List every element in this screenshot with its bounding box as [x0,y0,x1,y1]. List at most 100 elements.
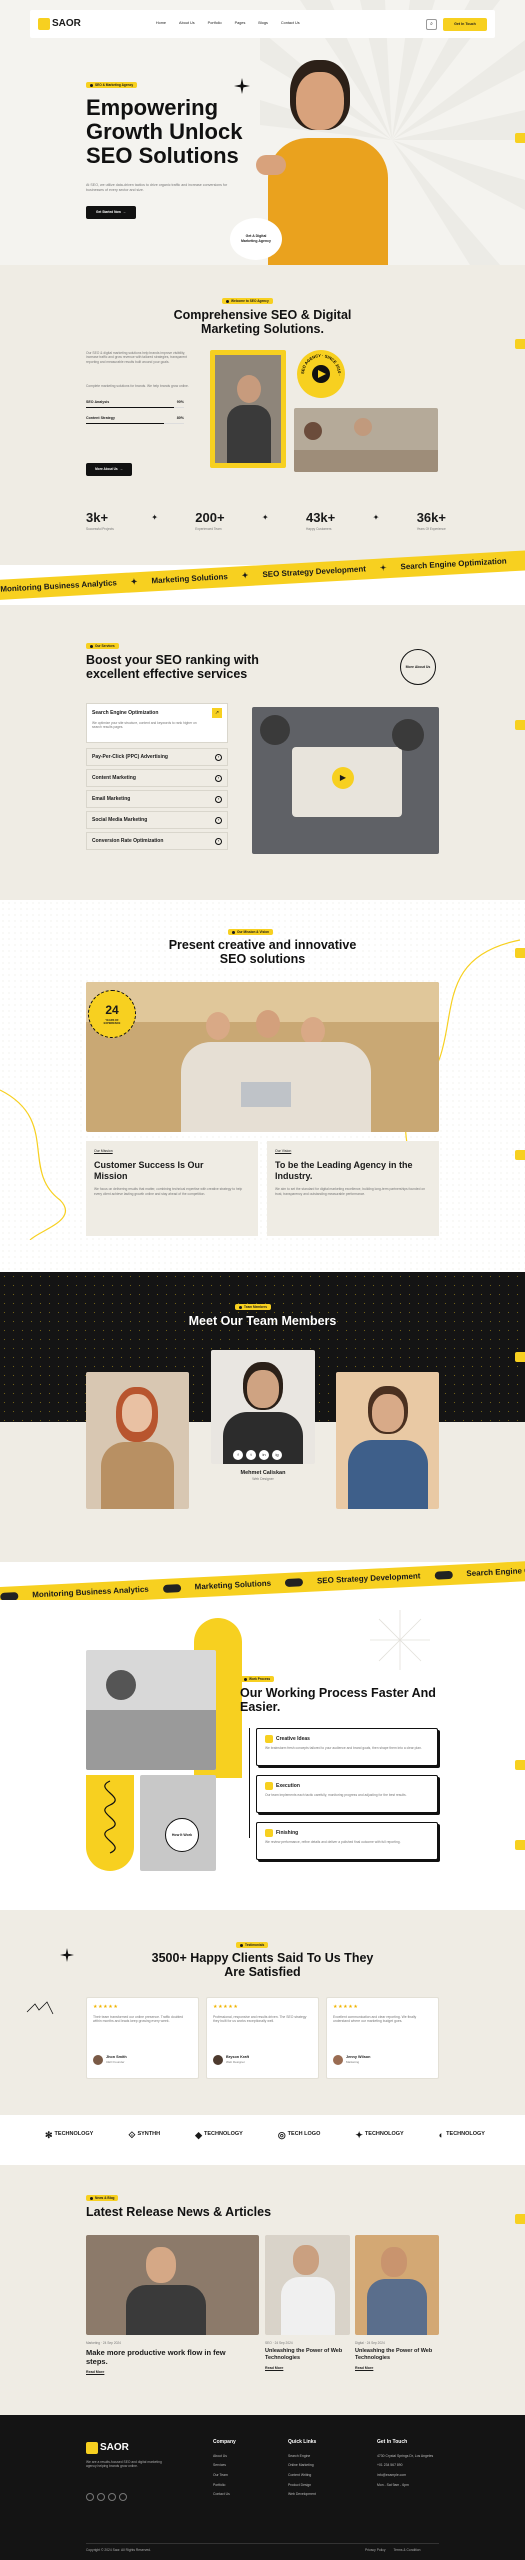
team-member-photo[interactable] [336,1372,439,1509]
nav-home[interactable]: Home [156,21,166,26]
services-tag-label: Our Services [95,644,115,648]
stat-label: Successful Projects [86,526,114,531]
nav-portfolio[interactable]: Portfolio [208,21,222,26]
marquee-item: SEO Strategy Development [316,1570,421,1586]
mission-tag-label: Our Mission & Vision [237,930,269,934]
side-float-button[interactable] [515,1840,525,1850]
tag-dot-icon [240,1943,243,1947]
service-item[interactable]: Conversion Rate Optimization › [86,832,228,850]
vision-card-kicker: Our Vision [275,1149,292,1153]
brand-logo-text: TECHNOLOGY [446,2131,485,2138]
logo-mark-icon [38,18,50,30]
team-member-photo[interactable] [86,1372,189,1509]
footer-link[interactable]: About Us [213,2454,273,2459]
footer-link[interactable]: Online Marketing [288,2463,348,2468]
facebook-icon[interactable]: f [233,1450,243,1460]
service-item[interactable]: Social Media Marketing › [86,811,228,829]
footer-link[interactable]: Portfolio [213,2483,273,2488]
footer-link[interactable]: Our Team [213,2473,273,2478]
about-section: Welcome to SEO Agency Comprehensive SEO … [0,265,525,565]
service-item-label: Email Marketing [92,795,131,802]
footer-phone[interactable]: +01 234 567 890 [377,2463,442,2468]
post-title[interactable]: Unleashing the Power of Web Technologies [265,2348,350,2361]
nav-about[interactable]: About Us [179,21,195,26]
service-item[interactable]: Pay-Per-Click (PPC) Advertising › [86,748,228,766]
about-description-2: Complete marketing solutions for brands.… [86,384,189,388]
search-icon[interactable]: ⌕ [426,18,437,30]
process-step: Creative Ideas We brainstorm fresh conce… [256,1728,438,1766]
side-float-button[interactable] [515,1150,525,1160]
side-float-button[interactable] [515,1352,525,1362]
read-more-link[interactable]: Read More [355,2366,439,2371]
stat-value: 36k+ [416,510,446,525]
privacy-link[interactable]: Privacy Policy [365,2548,386,2552]
brand-logo: ✦ TECHNOLOGY [355,2129,403,2141]
logo[interactable]: SAOR [38,17,81,31]
read-more-link[interactable]: Read More [86,2370,259,2375]
member-name: Mehmet Caliskan [240,1470,286,1476]
side-float-button[interactable] [515,948,525,958]
blog-image[interactable] [355,2235,439,2335]
terms-link[interactable]: Terms & Condition [394,2548,421,2552]
footer-email[interactable]: info@example.com [377,2473,442,2478]
progress-label: Content Strategy [86,416,115,420]
more-about-button[interactable]: More About Us → [86,463,132,476]
twitter-icon[interactable] [97,2493,105,2501]
process-tag-label: Work Process [249,1677,271,1681]
play-button[interactable]: ▶ [332,767,354,789]
tag-dot-icon [90,83,93,87]
hero-title-line-3: SEO Solutions [86,142,239,168]
facebook-icon[interactable] [86,2493,94,2501]
post-title[interactable]: Make more productive work flow in few st… [86,2348,246,2366]
nav-blogs[interactable]: Blogs [258,21,268,26]
get-started-button[interactable]: Get Started Now → [86,206,136,219]
brand-logo-text: TECHNOLOGY [204,2131,243,2138]
nav-contact[interactable]: Contact Us [281,21,300,26]
testimonial-card: ★★★★★ Their team transformed our online … [86,1997,199,2079]
service-item[interactable]: Content Marketing › [86,769,228,787]
footer-link[interactable]: Services [213,2463,273,2468]
services-tag: Our Services [86,643,119,650]
get-in-touch-button[interactable]: Get In Touch [443,17,487,31]
more-about-circle-button[interactable]: More About Us [400,649,436,685]
blog-image[interactable] [86,2235,259,2335]
burst-decoration [370,1610,430,1670]
blog-image[interactable] [265,2235,350,2335]
tag-dot-icon [226,299,229,303]
footer-link[interactable]: Content Writing [288,2473,348,2478]
side-float-button[interactable] [515,339,525,349]
pill-icon [284,1578,304,1588]
vision-card-text: We aim to set the standard for digital m… [275,1187,426,1196]
instagram-icon[interactable]: ig [272,1450,282,1460]
twitter-icon[interactable]: t [246,1450,256,1460]
footer-logo[interactable]: SAOR [86,2441,129,2455]
hero-badge: Get A Digital Marketing Agency [230,218,282,260]
linkedin-icon[interactable]: in [259,1450,269,1460]
copyright: Copyright © 2024 Saor. All Rights Reserv… [86,2548,151,2552]
instagram-icon[interactable] [119,2493,127,2501]
hero-tag: SEO & Marketing Agency [86,82,138,89]
blog-section: News & Blog Latest Release News & Articl… [0,2165,525,2415]
arrow-icon: › [215,774,222,782]
side-float-button[interactable] [515,720,525,730]
service-item-label: Conversion Rate Optimization [92,837,164,844]
post-title[interactable]: Unleashing the Power of Web Technologies [355,2348,439,2361]
service-item[interactable]: Email Marketing › [86,790,228,808]
logo-mark-icon [86,2441,98,2454]
side-float-button[interactable] [515,2214,525,2224]
footer-link[interactable]: Contact Us [213,2492,273,2497]
service-item-active[interactable]: Search Engine Optimization ↗ We optimize … [86,703,228,743]
team-member-photo-featured[interactable]: f t in ig [211,1350,315,1464]
read-more-link[interactable]: Read More [265,2366,350,2371]
testimonial-card: ★★★★★ Professional, responsive and resul… [206,1997,319,2079]
testimonial-text: Excellent communication and clear report… [333,2014,417,2024]
footer-col-quick-links: Quick Links Search Engine Online Marketi… [288,2439,348,2502]
footer-link[interactable]: Search Engine [288,2454,348,2459]
nav-pages[interactable]: Pages [235,21,246,26]
footer-link[interactable]: Web Development [288,2492,348,2497]
footer-link[interactable]: Product Design [288,2483,348,2488]
service-item-label: Social Media Marketing [92,816,148,823]
side-float-button[interactable] [515,1760,525,1770]
side-float-button[interactable] [515,133,525,143]
linkedin-icon[interactable] [108,2493,116,2501]
